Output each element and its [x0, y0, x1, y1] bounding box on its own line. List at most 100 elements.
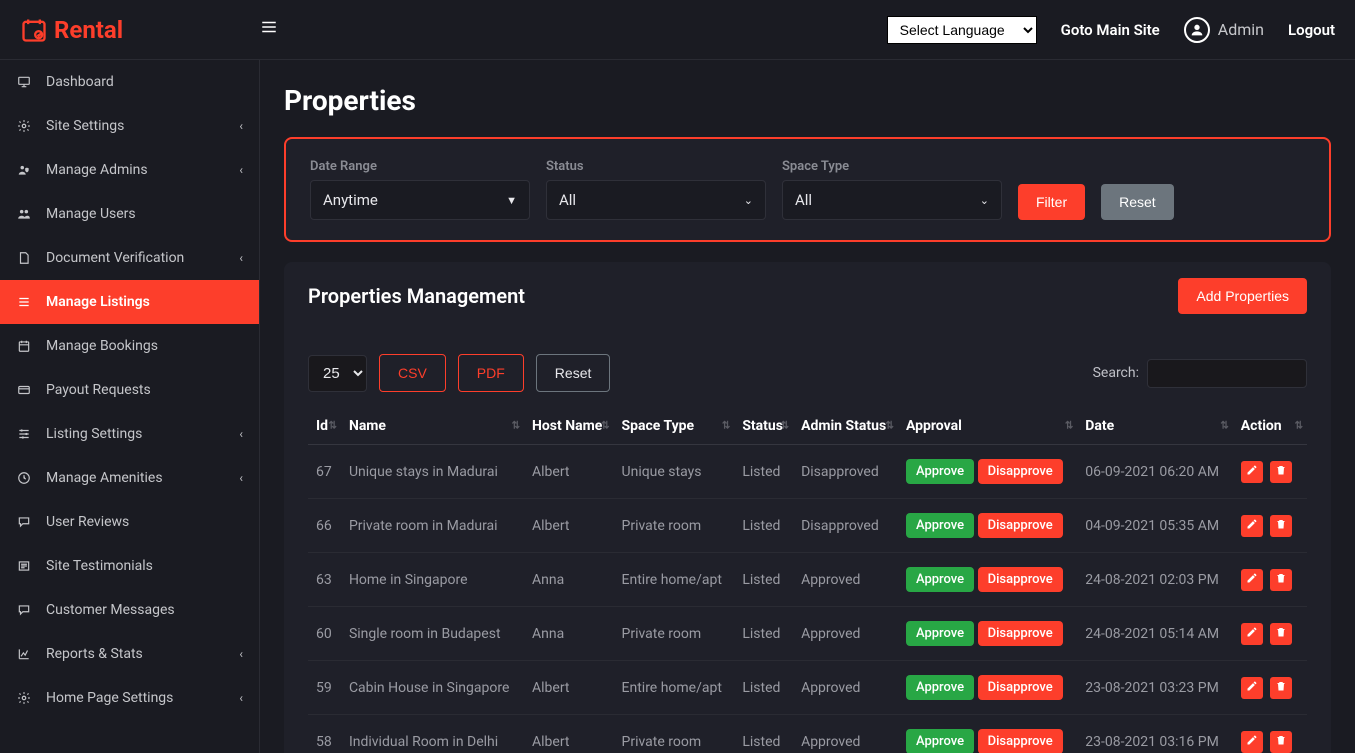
- cell-admin-status: Disapproved: [793, 445, 898, 499]
- approve-button[interactable]: Approve: [906, 513, 974, 538]
- delete-button[interactable]: [1270, 569, 1292, 591]
- disapprove-button[interactable]: Disapprove: [978, 729, 1063, 753]
- sidebar-item-manage-listings[interactable]: Manage Listings: [0, 280, 259, 324]
- edit-button[interactable]: [1241, 677, 1263, 699]
- filter-card: Date Range Anytime ▼ Status All ⌄ Space …: [284, 137, 1331, 242]
- export-csv-button[interactable]: CSV: [379, 354, 446, 392]
- sidebar-item-label: Manage Bookings: [46, 338, 158, 354]
- cell-space: Private room: [614, 715, 735, 753]
- cell-id: 67: [308, 445, 341, 499]
- approve-button[interactable]: Approve: [906, 729, 974, 753]
- col-action[interactable]: Action⇅: [1233, 408, 1307, 445]
- reset-filter-button[interactable]: Reset: [1101, 184, 1174, 220]
- col-status[interactable]: Status⇅: [734, 408, 793, 445]
- sidebar-item-site-testimonials[interactable]: Site Testimonials: [0, 544, 259, 588]
- chevron-left-icon: ‹: [239, 691, 243, 705]
- header: Rental Select Language Goto Main Site Ad…: [0, 0, 1355, 60]
- sidebar: Dashboard Site Settings ‹ Manage Admins …: [0, 60, 260, 753]
- sidebar-item-label: Manage Admins: [46, 162, 148, 178]
- pencil-icon: [1246, 734, 1258, 749]
- delete-button[interactable]: [1270, 731, 1292, 753]
- user-menu[interactable]: Admin: [1184, 17, 1264, 43]
- delete-button[interactable]: [1270, 623, 1292, 645]
- sidebar-item-label: Reports & Stats: [46, 646, 143, 662]
- disapprove-button[interactable]: Disapprove: [978, 567, 1063, 592]
- reset-table-button[interactable]: Reset: [536, 354, 611, 392]
- logout-link[interactable]: Logout: [1288, 21, 1335, 39]
- col-name[interactable]: Name⇅: [341, 408, 524, 445]
- approve-button[interactable]: Approve: [906, 567, 974, 592]
- chat-icon: [16, 602, 32, 618]
- edit-button[interactable]: [1241, 731, 1263, 753]
- table-row: 63 Home in Singapore Anna Entire home/ap…: [308, 553, 1307, 607]
- disapprove-button[interactable]: Disapprove: [978, 513, 1063, 538]
- sidebar-item-manage-users[interactable]: Manage Users: [0, 192, 259, 236]
- cell-admin-status: Approved: [793, 607, 898, 661]
- space-type-select[interactable]: All ⌄: [782, 180, 1002, 220]
- edit-button[interactable]: [1241, 623, 1263, 645]
- cell-space: Private room: [614, 499, 735, 553]
- delete-button[interactable]: [1270, 515, 1292, 537]
- edit-button[interactable]: [1241, 569, 1263, 591]
- approve-button[interactable]: Approve: [906, 459, 974, 484]
- monitor-icon: [16, 74, 32, 90]
- cell-space: Unique stays: [614, 445, 735, 499]
- add-properties-button[interactable]: Add Properties: [1178, 278, 1307, 314]
- chat-icon: [16, 514, 32, 530]
- sidebar-item-label: Site Settings: [46, 118, 124, 134]
- col-id[interactable]: Id⇅: [308, 408, 341, 445]
- sidebar-item-manage-admins[interactable]: Manage Admins ‹: [0, 148, 259, 192]
- sidebar-item-document-verification[interactable]: Document Verification ‹: [0, 236, 259, 280]
- sort-icon: ⇅: [781, 421, 789, 432]
- sidebar-item-payout-requests[interactable]: Payout Requests: [0, 368, 259, 412]
- sidebar-item-user-reviews[interactable]: User Reviews: [0, 500, 259, 544]
- cell-action: [1233, 607, 1307, 661]
- col-space-type[interactable]: Space Type⇅: [614, 408, 735, 445]
- user-name: Admin: [1218, 20, 1264, 39]
- search-input[interactable]: [1147, 359, 1307, 388]
- cell-date: 04-09-2021 05:35 AM: [1077, 499, 1233, 553]
- filter-button[interactable]: Filter: [1018, 184, 1085, 220]
- cell-admin-status: Approved: [793, 715, 898, 753]
- page-size-select[interactable]: 25: [308, 355, 367, 392]
- chart-icon: [16, 646, 32, 662]
- cell-date: 24-08-2021 05:14 AM: [1077, 607, 1233, 661]
- status-select[interactable]: All ⌄: [546, 180, 766, 220]
- approve-button[interactable]: Approve: [906, 675, 974, 700]
- sidebar-item-home-page-settings[interactable]: Home Page Settings ‹: [0, 676, 259, 720]
- gear-icon: [16, 690, 32, 706]
- sidebar-item-dashboard[interactable]: Dashboard: [0, 60, 259, 104]
- sidebar-item-listing-settings[interactable]: Listing Settings ‹: [0, 412, 259, 456]
- disapprove-button[interactable]: Disapprove: [978, 459, 1063, 484]
- sidebar-item-manage-amenities[interactable]: Manage Amenities ‹: [0, 456, 259, 500]
- sort-icon: ⇅: [722, 421, 730, 432]
- disapprove-button[interactable]: Disapprove: [978, 675, 1063, 700]
- date-range-input[interactable]: Anytime ▼: [310, 180, 530, 220]
- brand-logo[interactable]: Rental: [20, 16, 260, 44]
- col-host-name[interactable]: Host Name⇅: [524, 408, 614, 445]
- edit-button[interactable]: [1241, 515, 1263, 537]
- export-pdf-button[interactable]: PDF: [458, 354, 524, 392]
- edit-button[interactable]: [1241, 461, 1263, 483]
- approve-button[interactable]: Approve: [906, 621, 974, 646]
- sidebar-item-site-settings[interactable]: Site Settings ‹: [0, 104, 259, 148]
- chevron-left-icon: ‹: [239, 251, 243, 265]
- sidebar-item-manage-bookings[interactable]: Manage Bookings: [0, 324, 259, 368]
- cell-status: Listed: [734, 553, 793, 607]
- language-select[interactable]: Select Language: [887, 16, 1037, 44]
- delete-button[interactable]: [1270, 677, 1292, 699]
- disapprove-button[interactable]: Disapprove: [978, 621, 1063, 646]
- sidebar-item-customer-messages[interactable]: Customer Messages: [0, 588, 259, 632]
- delete-button[interactable]: [1270, 461, 1292, 483]
- sidebar-item-label: Manage Listings: [46, 294, 150, 310]
- sidebar-item-reports-&-stats[interactable]: Reports & Stats ‹: [0, 632, 259, 676]
- col-approval[interactable]: Approval⇅: [898, 408, 1077, 445]
- col-date[interactable]: Date⇅: [1077, 408, 1233, 445]
- menu-toggle-icon[interactable]: [260, 18, 278, 41]
- goto-main-link[interactable]: Goto Main Site: [1061, 21, 1160, 39]
- pencil-icon: [1246, 518, 1258, 533]
- cell-approval: Approve Disapprove: [898, 499, 1077, 553]
- pencil-icon: [1246, 464, 1258, 479]
- col-admin-status[interactable]: Admin Status⇅: [793, 408, 898, 445]
- chevron-left-icon: ‹: [239, 471, 243, 485]
